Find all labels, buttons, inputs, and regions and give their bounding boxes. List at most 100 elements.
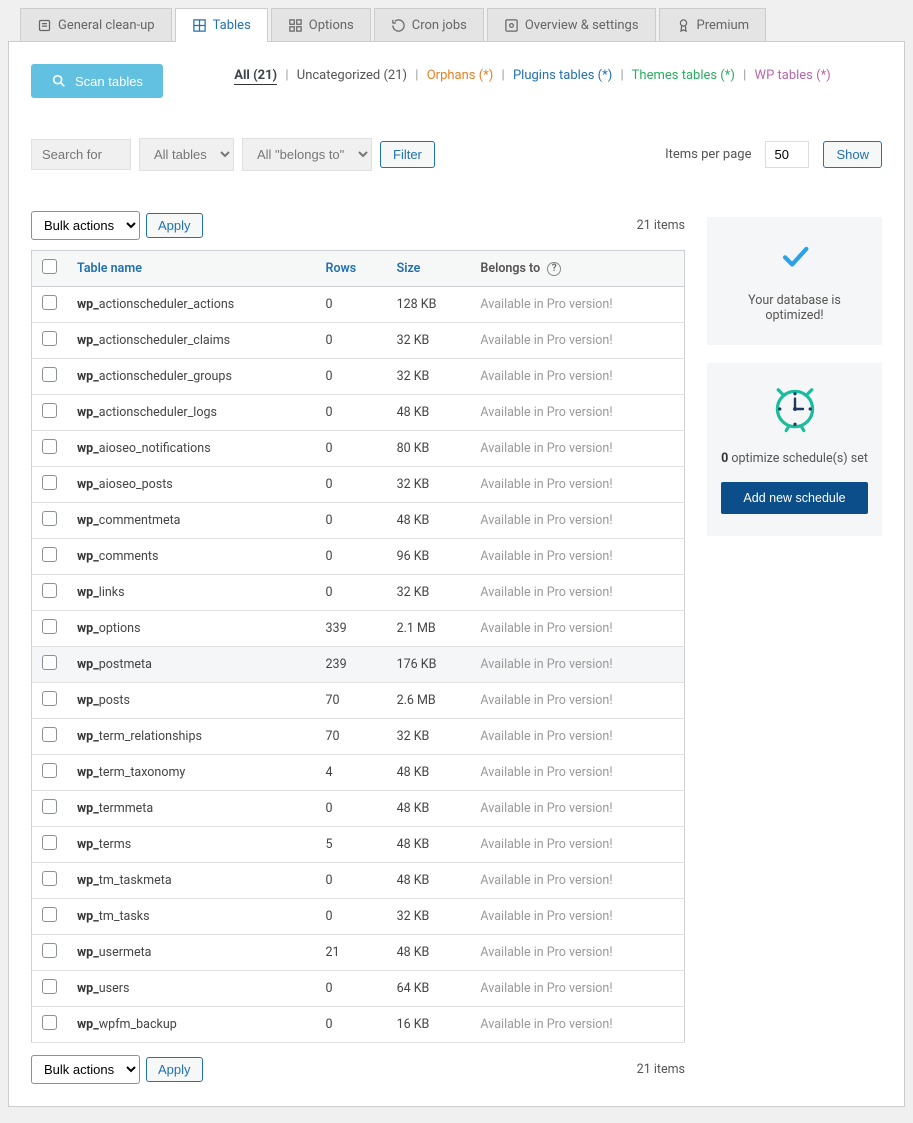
- cell-rows: 0: [316, 323, 387, 359]
- tab-options[interactable]: Options: [271, 8, 371, 42]
- cell-rows: 21: [316, 935, 387, 971]
- items-count-top: 21 items: [637, 218, 685, 233]
- row-checkbox[interactable]: [42, 763, 57, 778]
- table-row: wp_actionscheduler_groups032 KBAvailable…: [32, 359, 685, 395]
- row-checkbox[interactable]: [42, 835, 57, 850]
- row-checkbox[interactable]: [42, 655, 57, 670]
- cell-size: 96 KB: [387, 539, 471, 575]
- all-tables-select[interactable]: All tables: [139, 138, 234, 171]
- filter-orphans[interactable]: Orphans (*): [427, 68, 494, 83]
- table-row: wp_actionscheduler_claims032 KBAvailable…: [32, 323, 685, 359]
- row-checkbox[interactable]: [42, 1015, 57, 1030]
- tab-premium[interactable]: Premium: [659, 8, 767, 42]
- cell-table-name: wp_comments: [67, 539, 316, 575]
- bulk-actions-select-bottom[interactable]: Bulk actions: [31, 1055, 140, 1084]
- cleanup-icon: [37, 18, 52, 33]
- filter-button[interactable]: Filter: [380, 141, 435, 168]
- row-checkbox[interactable]: [42, 871, 57, 886]
- options-icon: [288, 18, 303, 33]
- cell-table-name: wp_actionscheduler_actions: [67, 287, 316, 323]
- tab-general-cleanup[interactable]: General clean-up: [20, 8, 172, 42]
- apply-button-top[interactable]: Apply: [146, 213, 203, 238]
- help-icon[interactable]: ?: [547, 262, 561, 276]
- cell-rows: 0: [316, 431, 387, 467]
- cell-table-name: wp_usermeta: [67, 935, 316, 971]
- cell-belongs-to: Available in Pro version!: [470, 503, 684, 539]
- cell-belongs-to: Available in Pro version!: [470, 755, 684, 791]
- belongs-to-select[interactable]: All "belongs to": [242, 138, 372, 171]
- row-checkbox[interactable]: [42, 331, 57, 346]
- table-row: wp_actionscheduler_actions0128 KBAvailab…: [32, 287, 685, 323]
- search-input[interactable]: [31, 139, 131, 170]
- row-checkbox[interactable]: [42, 367, 57, 382]
- header-rows[interactable]: Rows: [316, 251, 387, 287]
- row-checkbox[interactable]: [42, 979, 57, 994]
- cell-size: 64 KB: [387, 971, 471, 1007]
- cell-size: 32 KB: [387, 899, 471, 935]
- cell-rows: 0: [316, 575, 387, 611]
- cell-rows: 0: [316, 863, 387, 899]
- cell-size: 32 KB: [387, 359, 471, 395]
- cell-belongs-to: Available in Pro version!: [470, 683, 684, 719]
- row-checkbox[interactable]: [42, 583, 57, 598]
- add-schedule-button[interactable]: Add new schedule: [721, 482, 868, 514]
- tab-label: Options: [309, 18, 354, 33]
- row-checkbox[interactable]: [42, 547, 57, 562]
- select-all-checkbox[interactable]: [42, 259, 57, 274]
- tables-table: Table name Rows Size Belongs to ? wp_act…: [31, 250, 685, 1043]
- filter-themes[interactable]: Themes tables (*): [632, 68, 735, 83]
- filter-wp[interactable]: WP tables (*): [755, 68, 831, 83]
- clock-icon: [721, 385, 868, 437]
- row-checkbox[interactable]: [42, 619, 57, 634]
- row-checkbox[interactable]: [42, 907, 57, 922]
- header-belongs-to: Belongs to ?: [470, 251, 684, 287]
- tab-bar: General clean-up Tables Options Cron job…: [20, 8, 905, 42]
- tables-icon: [192, 18, 207, 33]
- cell-belongs-to: Available in Pro version!: [470, 971, 684, 1007]
- row-checkbox[interactable]: [42, 799, 57, 814]
- filter-all[interactable]: All (21): [234, 68, 277, 85]
- row-checkbox[interactable]: [42, 727, 57, 742]
- cell-size: 80 KB: [387, 431, 471, 467]
- apply-button-bottom[interactable]: Apply: [146, 1057, 203, 1082]
- header-table-name[interactable]: Table name: [67, 251, 316, 287]
- row-checkbox[interactable]: [42, 295, 57, 310]
- cell-size: 32 KB: [387, 575, 471, 611]
- table-row: wp_comments096 KBAvailable in Pro versio…: [32, 539, 685, 575]
- cell-rows: 4: [316, 755, 387, 791]
- cell-table-name: wp_actionscheduler_claims: [67, 323, 316, 359]
- tab-cron-jobs[interactable]: Cron jobs: [374, 8, 484, 42]
- row-checkbox[interactable]: [42, 403, 57, 418]
- show-button[interactable]: Show: [823, 141, 882, 168]
- cell-size: 48 KB: [387, 395, 471, 431]
- header-size[interactable]: Size: [387, 251, 471, 287]
- row-checkbox[interactable]: [42, 943, 57, 958]
- cell-rows: 0: [316, 503, 387, 539]
- table-row: wp_usermeta2148 KBAvailable in Pro versi…: [32, 935, 685, 971]
- cell-rows: 0: [316, 791, 387, 827]
- cell-size: 32 KB: [387, 467, 471, 503]
- scan-tables-button[interactable]: Scan tables: [31, 64, 163, 98]
- table-row: wp_tm_tasks032 KBAvailable in Pro versio…: [32, 899, 685, 935]
- row-checkbox[interactable]: [42, 475, 57, 490]
- table-row: wp_terms548 KBAvailable in Pro version!: [32, 827, 685, 863]
- search-icon: [51, 73, 67, 89]
- cell-belongs-to: Available in Pro version!: [470, 899, 684, 935]
- items-per-page-input[interactable]: [765, 141, 809, 168]
- tab-overview-settings[interactable]: Overview & settings: [487, 8, 656, 42]
- filter-uncategorized[interactable]: Uncategorized (21): [297, 68, 407, 83]
- tab-tables[interactable]: Tables: [175, 8, 268, 42]
- cell-size: 48 KB: [387, 503, 471, 539]
- row-checkbox[interactable]: [42, 691, 57, 706]
- cell-belongs-to: Available in Pro version!: [470, 827, 684, 863]
- tab-label: Tables: [213, 18, 251, 33]
- row-checkbox[interactable]: [42, 511, 57, 526]
- table-row: wp_options3392.1 MBAvailable in Pro vers…: [32, 611, 685, 647]
- row-checkbox[interactable]: [42, 439, 57, 454]
- bulk-actions-select-top[interactable]: Bulk actions: [31, 211, 140, 240]
- cell-size: 48 KB: [387, 827, 471, 863]
- cell-rows: 70: [316, 719, 387, 755]
- cell-rows: 70: [316, 683, 387, 719]
- cell-rows: 5: [316, 827, 387, 863]
- filter-plugins[interactable]: Plugins tables (*): [513, 68, 612, 83]
